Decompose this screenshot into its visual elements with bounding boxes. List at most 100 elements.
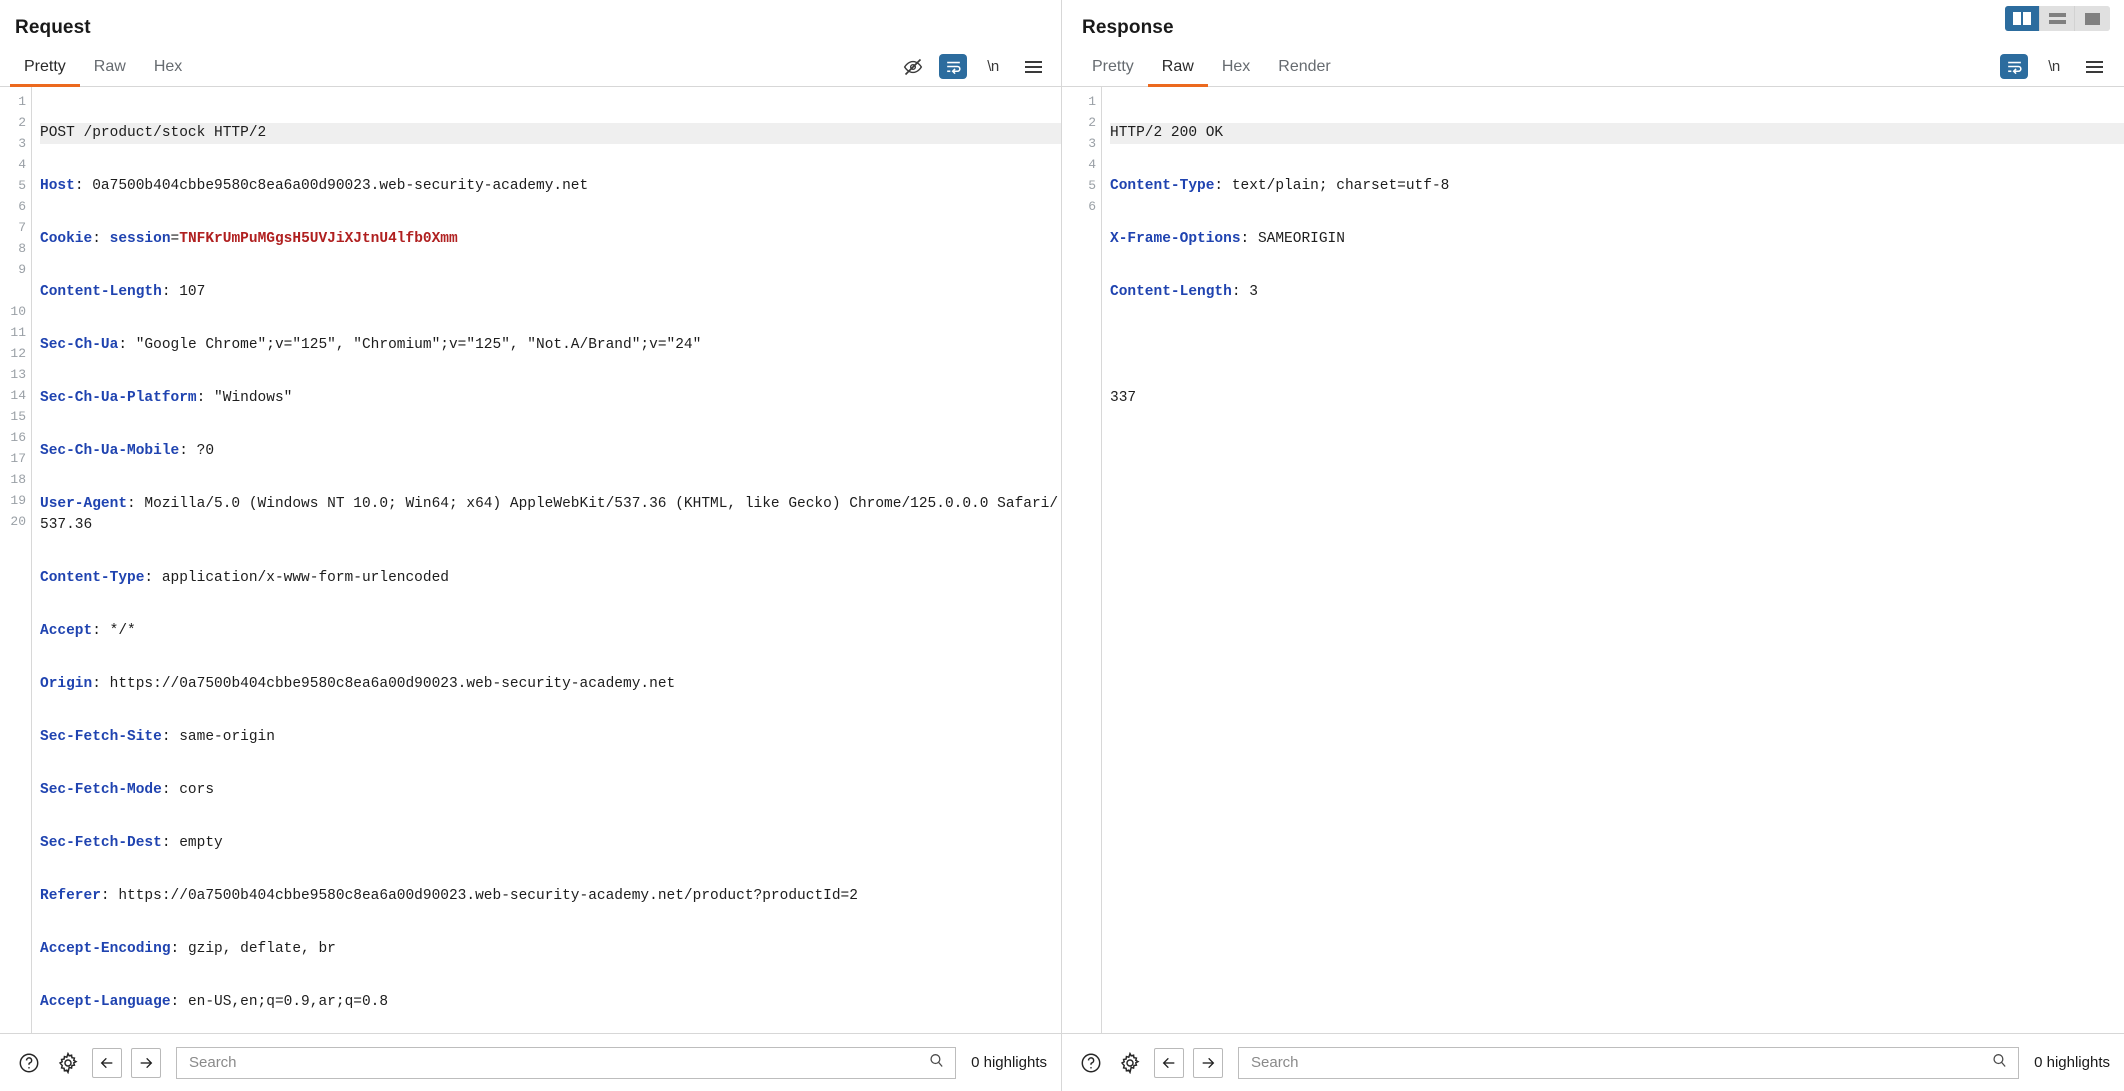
layout-btn-single-pane[interactable] (2075, 6, 2110, 31)
split-horizontal-icon (2048, 13, 2066, 24)
search-icon[interactable] (1991, 1052, 2008, 1074)
search-input[interactable] (1249, 1053, 1992, 1072)
code-line-7: Sec-Ch-Ua-Mobile: ?0 (40, 443, 215, 459)
request-tool-icons: \n (899, 54, 1047, 79)
code-line-13: Sec-Fetch-Mode: cors (40, 782, 215, 798)
back-button[interactable] (92, 1047, 122, 1078)
request-tab-pretty[interactable]: Pretty (10, 52, 80, 87)
request-search-box[interactable] (176, 1046, 957, 1079)
line-number: 3 (18, 136, 26, 151)
line-number: 3 (1088, 136, 1096, 151)
layout-toggle-group[interactable] (2005, 6, 2110, 31)
back-button[interactable] (1154, 1047, 1184, 1078)
line-number: 19 (10, 493, 26, 508)
code-line-10: Accept: */* (40, 623, 136, 639)
search-icon[interactable] (928, 1052, 945, 1074)
request-tab-raw[interactable]: Raw (80, 52, 140, 87)
line-number: 18 (10, 472, 26, 487)
line-number: 11 (10, 325, 26, 340)
split-vertical-icon (2013, 12, 2031, 25)
response-tab-pretty[interactable]: Pretty (1078, 52, 1148, 87)
code-line-3: X-Frame-Options: SAMEORIGIN (1110, 231, 1345, 247)
code-line-2: Host: 0a7500b404cbbe9580c8ea6a00d90023.w… (40, 178, 589, 194)
line-number: 12 (10, 346, 26, 361)
code-line-11: Origin: https://0a7500b404cbbe9580c8ea6a… (40, 676, 676, 692)
code-line-12: Sec-Fetch-Site: same-origin (40, 729, 275, 745)
response-tab-render[interactable]: Render (1264, 52, 1344, 87)
newline-label: \n (2048, 58, 2060, 75)
forward-button[interactable] (131, 1047, 161, 1078)
newline-icon[interactable]: \n (2040, 54, 2068, 79)
request-title: Request (15, 17, 91, 38)
help-circle-icon[interactable] (14, 1048, 44, 1078)
response-line-numbers: 1 2 3 4 5 6 (1062, 87, 1102, 1033)
request-highlights-count: 0 highlights (971, 1054, 1047, 1071)
line-number: 6 (18, 199, 26, 214)
line-number: 1 (18, 94, 26, 109)
layout-btn-split-horizontal[interactable] (2040, 6, 2075, 31)
hamburger-glyph (2085, 60, 2103, 73)
line-number: 1 (1088, 94, 1096, 109)
code-line-1: HTTP/2 200 OK (1110, 123, 2124, 144)
line-number: 9 (18, 262, 26, 277)
line-number: 8 (18, 241, 26, 256)
line-number: 4 (1088, 157, 1096, 172)
help-circle-icon[interactable] (1076, 1048, 1106, 1078)
code-line-6: Sec-Ch-Ua-Platform: "Windows" (40, 390, 293, 406)
response-pane: Response Pretty Raw Hex Render \n 1 2 3 … (1062, 0, 2124, 1033)
gear-icon[interactable] (1115, 1048, 1145, 1078)
request-line-numbers: 1 2 3 4 5 6 7 8 9 10 11 12 13 14 15 16 1 (0, 87, 32, 1033)
word-wrap-icon[interactable] (2000, 54, 2028, 79)
line-number: 15 (10, 409, 26, 424)
response-tab-hex[interactable]: Hex (1208, 52, 1264, 87)
hamburger-glyph (1024, 60, 1042, 73)
line-number: 6 (1088, 199, 1096, 214)
line-number: 20 (10, 514, 26, 529)
response-search-box[interactable] (1238, 1046, 2020, 1079)
code-line-16: Accept-Encoding: gzip, deflate, br (40, 941, 336, 957)
line-number: 17 (10, 451, 26, 466)
single-pane-icon (2085, 12, 2100, 25)
line-number: 16 (10, 430, 26, 445)
request-bottom-bar: 0 highlights (0, 1034, 1062, 1091)
line-number: 7 (18, 220, 26, 235)
code-line-15: Referer: https://0a7500b404cbbe9580c8ea6… (40, 888, 858, 904)
response-tool-icons: \n (2000, 54, 2108, 79)
request-editor[interactable]: 1 2 3 4 5 6 7 8 9 10 11 12 13 14 15 16 1 (0, 87, 1061, 1033)
forward-button[interactable] (1193, 1047, 1223, 1078)
line-number: 5 (1088, 178, 1096, 193)
request-code[interactable]: POST /product/stock HTTP/2 Host: 0a7500b… (32, 87, 1061, 1033)
code-line-4: Content-Length: 3 (1110, 284, 1258, 300)
gear-icon[interactable] (53, 1048, 83, 1078)
line-number: 2 (1088, 115, 1096, 130)
response-tabbar: Pretty Raw Hex Render \n (1062, 49, 2124, 87)
eye-off-icon[interactable] (899, 54, 927, 79)
menu-icon[interactable] (2080, 54, 2108, 79)
code-line-2: Content-Type: text/plain; charset=utf-8 (1110, 178, 1450, 194)
response-editor[interactable]: 1 2 3 4 5 6 HTTP/2 200 OK Content-Type: … (1062, 87, 2124, 1033)
code-line-17: Accept-Language: en-US,en;q=0.9,ar;q=0.8 (40, 994, 389, 1010)
newline-icon[interactable]: \n (979, 54, 1007, 79)
menu-icon[interactable] (1019, 54, 1047, 79)
request-tab-hex[interactable]: Hex (140, 52, 196, 87)
response-title: Response (1082, 17, 1174, 38)
response-code[interactable]: HTTP/2 200 OK Content-Type: text/plain; … (1102, 87, 2124, 1033)
response-tab-raw[interactable]: Raw (1147, 52, 1208, 87)
bottom-bar: 0 highlights (0, 1033, 2124, 1091)
newline-label: \n (987, 58, 999, 75)
line-number: 10 (10, 304, 26, 319)
code-line-1: POST /product/stock HTTP/2 (40, 123, 1061, 144)
code-line-5: Sec-Ch-Ua: "Google Chrome";v="125", "Chr… (40, 337, 702, 353)
layout-btn-split-vertical[interactable] (2005, 6, 2040, 31)
line-number: 4 (18, 157, 26, 172)
burp-message-editor: Request Pretty Raw Hex \n 1 2 3 4 5 6 7 … (0, 0, 2124, 1091)
panes-container: Request Pretty Raw Hex \n 1 2 3 4 5 6 7 … (0, 0, 2124, 1033)
search-input[interactable] (187, 1053, 929, 1072)
request-pane: Request Pretty Raw Hex \n 1 2 3 4 5 6 7 … (0, 0, 1062, 1033)
line-number: 5 (18, 178, 26, 193)
response-bottom-bar: 0 highlights (1062, 1034, 2124, 1091)
line-number: 2 (18, 115, 26, 130)
word-wrap-icon[interactable] (939, 54, 967, 79)
code-line-14: Sec-Fetch-Dest: empty (40, 835, 223, 851)
code-line-6: 337 (1110, 390, 1137, 406)
